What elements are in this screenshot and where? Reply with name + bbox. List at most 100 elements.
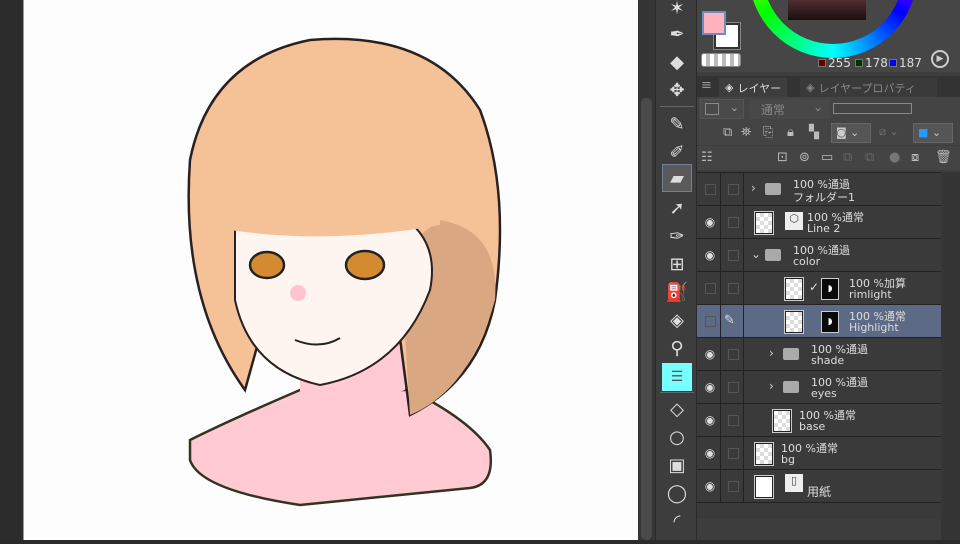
r-value: 255 bbox=[828, 56, 851, 70]
balloon-tool-icon[interactable]: ◯ bbox=[662, 479, 692, 507]
gradient-tool-icon[interactable]: ▣ bbox=[662, 451, 692, 479]
eye-icon[interactable]: ◉ bbox=[701, 413, 719, 427]
layer-options-row: ⌄ 通常 ⌄ bbox=[697, 97, 960, 121]
marker-tool-icon[interactable]: ◈ bbox=[662, 306, 692, 334]
layer-row[interactable]: ◉ 100 %通常 bg bbox=[697, 437, 941, 470]
rgb-g: 178 bbox=[855, 56, 888, 70]
layer-name: フォルダー1 bbox=[793, 191, 855, 204]
eye-icon[interactable]: ◉ bbox=[701, 380, 719, 394]
brush-tool-icon[interactable]: ✐ bbox=[662, 138, 692, 166]
lock-icon[interactable]: 🔒︎ bbox=[787, 125, 794, 140]
object-select-tool-icon[interactable]: ➚ bbox=[662, 194, 692, 222]
lock-checkbox[interactable] bbox=[728, 283, 739, 294]
eye-icon[interactable]: ◉ bbox=[701, 248, 719, 262]
selection-pen-tool-icon[interactable]: ✒ bbox=[662, 20, 692, 48]
tone-tool-icon[interactable]: ☰ bbox=[662, 363, 692, 391]
lock-checkbox[interactable] bbox=[728, 481, 739, 492]
chevron-right-icon[interactable]: › bbox=[751, 181, 756, 195]
play-icon[interactable]: ▶ bbox=[931, 50, 949, 68]
tab-layer-label: レイヤー bbox=[737, 81, 782, 95]
paper-layer-icon: ▯ bbox=[785, 474, 803, 492]
eye-icon[interactable]: ◉ bbox=[701, 347, 719, 361]
layer-row[interactable]: ◉ ⌄ 100 %通過 color bbox=[697, 239, 941, 272]
layer-row[interactable]: › 100 %通過 フォルダー1 bbox=[697, 173, 941, 206]
visibility-checkbox[interactable] bbox=[705, 184, 716, 195]
visibility-checkbox[interactable] bbox=[705, 283, 716, 294]
layers-icon: ◈ bbox=[725, 81, 734, 94]
lock-checkbox[interactable] bbox=[728, 184, 739, 195]
right-panel: 255 178 187 ▶ ≡ ◈ レイヤー ◈ レイヤープロパティ ⌄ 通常 ⌄ ⧉… bbox=[697, 0, 960, 540]
scrollbar-thumb[interactable] bbox=[641, 98, 652, 540]
saturation-square[interactable] bbox=[788, 0, 866, 20]
layer-list-scrollbar[interactable] bbox=[941, 172, 960, 540]
tab-property-label: レイヤープロパティ bbox=[818, 81, 916, 95]
layer-name: shade bbox=[811, 354, 845, 367]
color-wheel-panel: 255 178 187 ▶ bbox=[697, 0, 960, 72]
lock-checkbox[interactable] bbox=[728, 349, 739, 360]
layer-row[interactable]: ◉ ⬡ 100 %通常 Line 2 bbox=[697, 206, 941, 239]
lock-transparency-icon[interactable]: ▚ bbox=[809, 125, 819, 140]
tab-layer[interactable]: ◈ レイヤー bbox=[719, 78, 788, 97]
layer-mask-icon[interactable]: ● bbox=[889, 150, 900, 165]
rgb-r: 255 bbox=[818, 56, 851, 70]
correction-line-tool-icon[interactable]: ◜ bbox=[662, 507, 692, 535]
lock-checkbox[interactable] bbox=[728, 382, 739, 393]
blend-mode-select[interactable]: 通常 ⌄ bbox=[749, 99, 829, 119]
main-color-swatch[interactable] bbox=[702, 11, 726, 35]
transparent-color-swatch[interactable] bbox=[701, 53, 741, 67]
blend-tool-icon[interactable]: ▰ bbox=[662, 164, 692, 192]
clip-icon[interactable]: ⎘ bbox=[763, 125, 773, 140]
fill-bucket-tool-icon[interactable]: ◆ bbox=[662, 48, 692, 76]
eraser-tool-icon[interactable]: ◇ bbox=[662, 395, 692, 423]
vector-pen-tool-icon[interactable]: ✑ bbox=[662, 222, 692, 250]
new-vector-layer-icon[interactable]: ⊚ bbox=[799, 150, 810, 165]
chevron-down-icon[interactable]: ⌄ bbox=[751, 247, 761, 261]
ruler-visibility-dropdown[interactable]: ⧄ ⌄ bbox=[875, 123, 911, 143]
transfer-down-icon[interactable]: ⧉ bbox=[843, 150, 852, 165]
lock-checkbox[interactable] bbox=[728, 415, 739, 426]
magic-wand-tool-icon[interactable]: ✶ bbox=[662, 0, 692, 22]
layer-thumbnail bbox=[784, 310, 804, 334]
eye-icon[interactable]: ◉ bbox=[701, 446, 719, 460]
airbrush-tool-icon[interactable]: ⛽ bbox=[662, 278, 692, 306]
lock-checkbox[interactable] bbox=[728, 217, 739, 228]
chevron-down-icon: ⌄ bbox=[729, 101, 739, 114]
eye-icon[interactable]: ◉ bbox=[701, 215, 719, 229]
combine-down-icon[interactable]: ⧉ bbox=[865, 150, 874, 165]
reference-layer-icon[interactable]: ⧉ bbox=[723, 125, 732, 140]
layer-row[interactable]: ◉ ▯ 用紙 bbox=[697, 470, 941, 503]
drawing-canvas[interactable] bbox=[24, 0, 638, 540]
tab-layer-property[interactable]: ◈ レイヤープロパティ bbox=[800, 78, 937, 97]
eye-icon[interactable]: ◉ bbox=[701, 479, 719, 493]
layer-list-icon[interactable]: ☷ bbox=[701, 150, 713, 165]
lighthouse-icon[interactable]: ⛯ bbox=[741, 125, 751, 140]
layer-name: color bbox=[793, 255, 821, 268]
ruler-tool-icon[interactable]: ⊞ bbox=[662, 250, 692, 278]
pen-tool-icon[interactable]: ✎ bbox=[662, 110, 692, 138]
layer-name: base bbox=[799, 420, 826, 433]
apply-mask-icon[interactable]: ⧇ bbox=[911, 150, 919, 165]
new-folder-icon[interactable]: ▭ bbox=[821, 150, 833, 165]
eyedropper-tool-icon[interactable]: ⚲ bbox=[662, 334, 692, 362]
new-raster-layer-icon[interactable]: ⊡ bbox=[777, 150, 788, 165]
layer-row[interactable]: ◉ › 100 %通過 eyes bbox=[697, 371, 941, 404]
layer-row[interactable]: ✓ ◗ 100 %加算 rimlight bbox=[697, 272, 941, 305]
chevron-right-icon[interactable]: › bbox=[769, 346, 774, 360]
move-tool-icon[interactable]: ✥ bbox=[662, 76, 692, 104]
layer-row[interactable]: ◉ › 100 %通過 shade bbox=[697, 338, 941, 371]
opacity-slider[interactable] bbox=[833, 103, 912, 114]
mask-dropdown[interactable]: ◙ ⌄ bbox=[831, 123, 871, 143]
layer-color-blue-dropdown[interactable]: ■ ⌄ bbox=[913, 123, 953, 143]
tool-separator bbox=[660, 106, 694, 107]
delete-layer-icon[interactable]: 🗑︎ bbox=[935, 150, 952, 165]
menu-icon[interactable]: ≡ bbox=[701, 78, 712, 93]
lock-checkbox[interactable] bbox=[728, 448, 739, 459]
folder-icon bbox=[783, 381, 799, 393]
layer-row[interactable]: ✎ ◗ 100 %通常 Highlight bbox=[697, 305, 941, 338]
lock-checkbox[interactable] bbox=[728, 250, 739, 261]
layer-row[interactable]: ◉ 100 %通常 base bbox=[697, 404, 941, 437]
chevron-right-icon[interactable]: › bbox=[769, 379, 774, 393]
shape-ellipse-tool-icon[interactable]: ○ bbox=[662, 423, 692, 451]
layer-color-dropdown[interactable]: ⌄ bbox=[700, 99, 744, 119]
visibility-checkbox[interactable] bbox=[705, 316, 716, 327]
